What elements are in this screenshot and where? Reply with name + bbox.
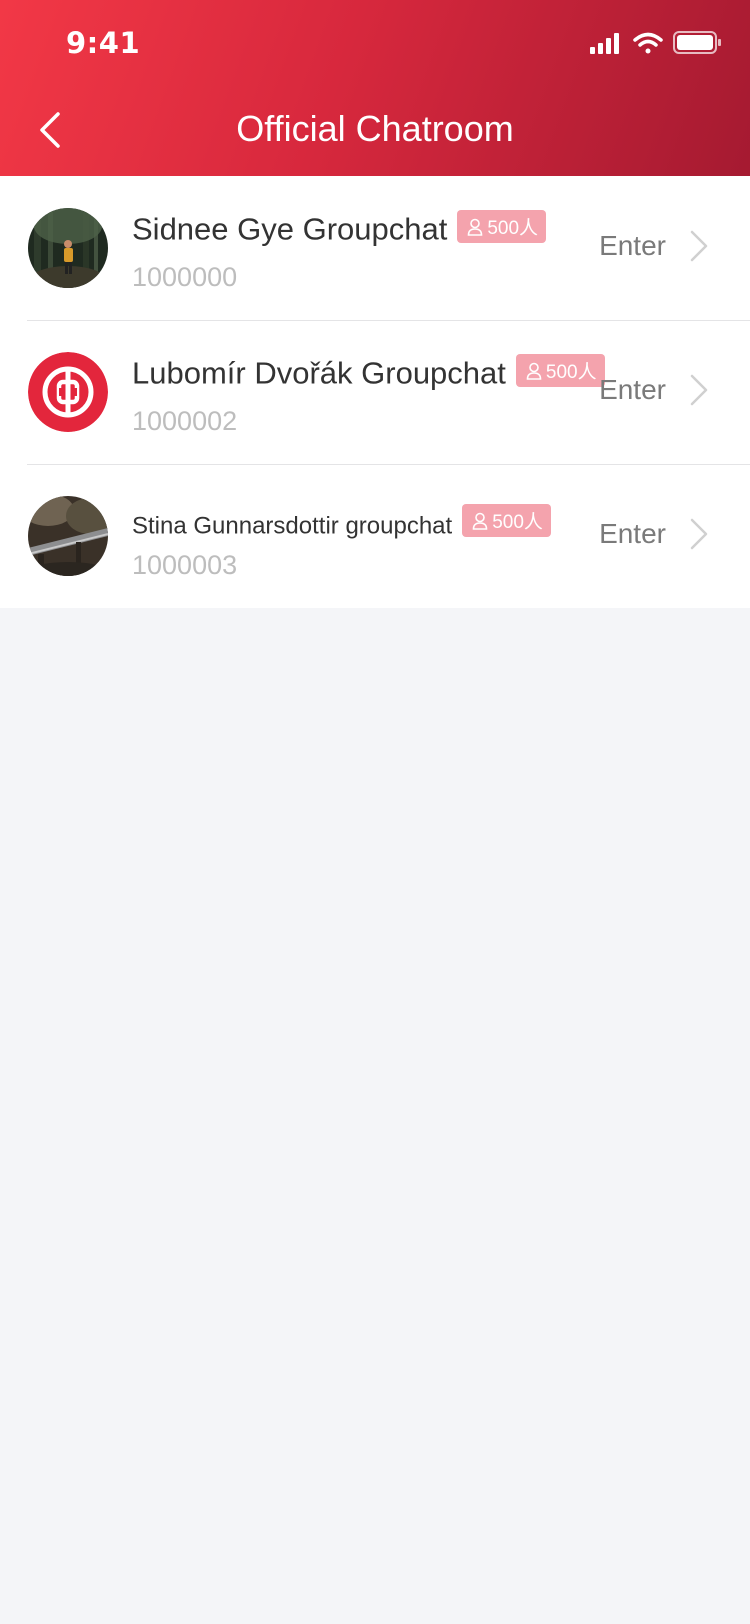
- member-count-badge: 500人: [462, 504, 551, 537]
- room-name: Sidnee Gye Groupchat 500人: [132, 210, 547, 248]
- avatar: [28, 208, 108, 288]
- member-count: 500人: [487, 218, 539, 239]
- member-count-badge: 500人: [457, 210, 547, 243]
- room-id: 1000000: [132, 262, 238, 292]
- chatroom-list: Sidnee Gye Groupchat 500人 1000000 Enter L…: [0, 176, 750, 608]
- room-id: 1000003: [132, 550, 238, 580]
- battery-icon: [673, 31, 721, 54]
- room-name-text: Lubomír Dvořák Groupchat: [132, 355, 506, 391]
- enter-label: Enter: [599, 230, 666, 261]
- chevron-right-icon: [690, 230, 708, 262]
- person-icon: [472, 512, 488, 530]
- room-id: 1000002: [132, 406, 238, 436]
- page-title: Official Chatroom: [236, 108, 514, 149]
- enter-button[interactable]: Enter: [599, 374, 708, 406]
- person-icon: [526, 362, 542, 380]
- status-icons: [590, 30, 722, 62]
- person-icon: [468, 218, 483, 236]
- chevron-right-icon: [690, 518, 708, 550]
- app-header: 9:41 Official Chatroom: [0, 0, 750, 176]
- member-count: 500人: [545, 362, 597, 383]
- chevron-right-icon: [690, 374, 708, 406]
- avatar: [28, 496, 108, 576]
- room-name-text: Stina Gunnarsdottir groupchat: [132, 512, 453, 540]
- enter-button[interactable]: Enter: [599, 230, 708, 262]
- room-name-text: Sidnee Gye Groupchat: [132, 211, 448, 247]
- wifi-icon: [633, 32, 663, 54]
- status-time: 9:41: [66, 26, 141, 60]
- room-name: Stina Gunnarsdottir groupchat 500人: [132, 504, 551, 541]
- chatroom-row[interactable]: Lubomír Dvořák Groupchat 500人 1000002 Ent…: [0, 320, 750, 464]
- enter-label: Enter: [599, 374, 666, 405]
- member-count-badge: 500人: [515, 354, 605, 387]
- room-name: Lubomír Dvořák Groupchat 500人: [132, 354, 605, 392]
- chatroom-row[interactable]: Sidnee Gye Groupchat 500人 1000000 Enter: [0, 176, 750, 320]
- enter-button[interactable]: Enter: [599, 518, 708, 550]
- enter-label: Enter: [599, 518, 666, 549]
- cellular-signal-icon: [590, 33, 619, 54]
- member-count: 500人: [492, 512, 543, 533]
- avatar: [28, 352, 108, 432]
- chatroom-row[interactable]: Stina Gunnarsdottir groupchat 500人 100000…: [0, 464, 750, 608]
